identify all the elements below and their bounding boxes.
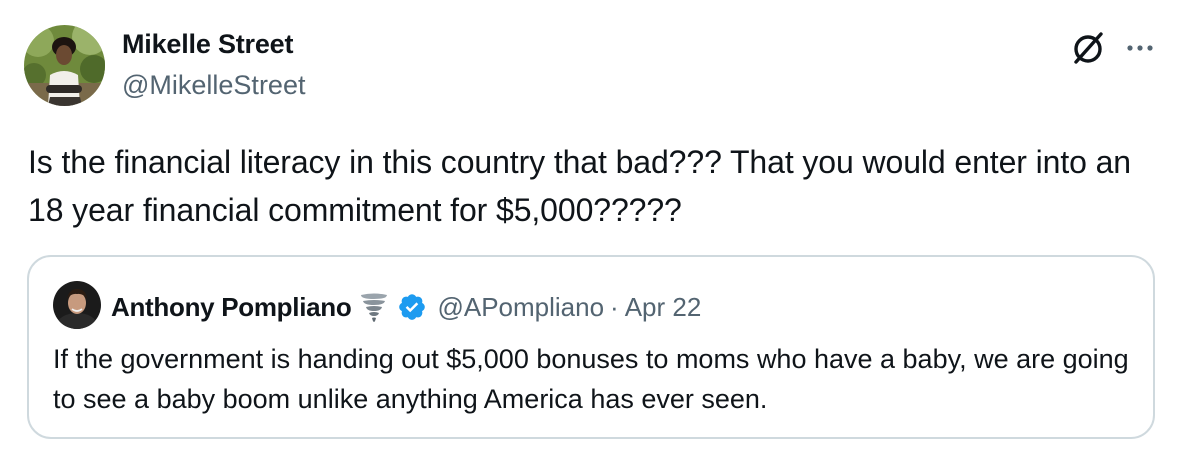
tornado-icon: [357, 290, 391, 324]
quote-author-avatar: [53, 281, 101, 329]
more-options-icon[interactable]: [1124, 34, 1156, 62]
quote-date[interactable]: Apr 22: [625, 292, 702, 323]
author-avatar[interactable]: [24, 25, 105, 106]
quote-author-handle[interactable]: @APompliano: [437, 292, 604, 323]
separator-dot: ·: [610, 291, 619, 322]
tweet-text: Is the financial literacy in this countr…: [28, 144, 1131, 228]
grok-icon[interactable]: [1068, 28, 1108, 68]
quote-author-name[interactable]: Anthony Pompliano: [111, 292, 352, 323]
quoted-tweet-card[interactable]: Anthony Pompliano @APompliano · Apr 22 I…: [27, 255, 1155, 439]
quote-header: Anthony Pompliano @APompliano · Apr 22: [111, 287, 701, 327]
author-avatar-image: [24, 25, 105, 106]
verified-badge-icon: [397, 292, 427, 322]
quote-text: If the government is handing out $5,000 …: [53, 344, 1129, 414]
author-name[interactable]: Mikelle Street: [122, 29, 293, 60]
author-handle[interactable]: @MikelleStreet: [122, 70, 305, 101]
